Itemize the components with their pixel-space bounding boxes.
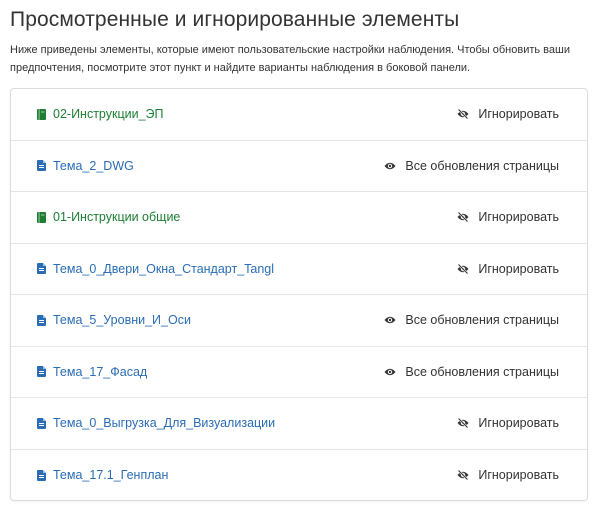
page-title: Просмотренные и игнорированные элементы — [10, 8, 460, 31]
item-link[interactable]: Тема_17_Фасад — [37, 365, 147, 379]
eye-slash-icon — [457, 470, 469, 481]
item-link[interactable]: Тема_2_DWG — [37, 159, 134, 173]
page-icon — [37, 160, 46, 172]
watch-status-label: Игнорировать — [478, 468, 559, 483]
page-icon — [37, 469, 46, 481]
watch-status-label: Все обновления страницы — [405, 158, 559, 173]
watch-status[interactable]: Игнорировать — [457, 262, 559, 276]
list-item: Тема_0_Выгрузка_Для_Визуализации Игнориро… — [11, 398, 587, 450]
item-link[interactable]: 02-Инструкции_ЭП — [37, 107, 164, 121]
watch-status[interactable]: Игнорировать — [457, 107, 559, 121]
item-name: Тема_2_DWG — [53, 158, 134, 173]
list-item: Тема_5_Уровни_И_Оси Все обновления страни… — [11, 295, 587, 347]
item-name: Тема_17.1_Генплан — [53, 468, 169, 483]
watch-status[interactable]: Все обновления страницы — [384, 313, 559, 327]
page-icon — [37, 366, 46, 378]
watch-status-label: Игнорировать — [478, 107, 559, 122]
eye-icon — [384, 315, 396, 325]
watch-status[interactable]: Все обновления страницы — [384, 159, 559, 173]
item-name: Тема_0_Выгрузка_Для_Визуализации — [53, 416, 276, 431]
page-description: Ниже приведены элементы, которые имеют п… — [10, 44, 570, 74]
watch-status[interactable]: Игнорировать — [457, 210, 559, 224]
watch-status-label: Все обновления страницы — [405, 364, 559, 379]
watch-status[interactable]: Игнорировать — [457, 416, 559, 430]
item-name: Тема_0_Двери_Окна_Стандарт_Tangl — [53, 261, 275, 276]
eye-slash-icon — [457, 212, 469, 223]
list-item: 02-Инструкции_ЭП Игнорировать — [11, 89, 587, 141]
book-icon — [37, 211, 46, 223]
watch-status-label: Все обновления страницы — [405, 313, 559, 328]
watch-status[interactable]: Игнорировать — [457, 468, 559, 482]
list-item: Тема_17_Фасад Все обновления страницы — [11, 347, 587, 398]
page-icon — [37, 263, 46, 275]
eye-slash-icon — [457, 109, 469, 120]
eye-icon — [384, 161, 396, 171]
watch-status-label: Игнорировать — [478, 261, 559, 276]
book-icon — [37, 108, 46, 120]
item-name: 01-Инструкции общие — [53, 210, 181, 225]
list-item: Тема_0_Двери_Окна_Стандарт_Tangl Игнориро… — [11, 244, 587, 295]
list-item: Тема_2_DWG Все обновления страницы — [11, 141, 587, 192]
list-item: 01-Инструкции общие Игнорировать — [11, 192, 587, 244]
item-link[interactable]: 01-Инструкции общие — [37, 210, 180, 224]
watched-items-list: 02-Инструкции_ЭП Игнорировать Тема_2_DWG Вс… — [10, 88, 588, 501]
page-icon — [37, 314, 46, 326]
watch-status[interactable]: Все обновления страницы — [384, 365, 559, 379]
item-name: 02-Инструкции_ЭП — [53, 107, 164, 122]
item-name: Тема_17_Фасад — [53, 364, 148, 379]
watch-status-label: Игнорировать — [478, 416, 559, 431]
item-link[interactable]: Тема_0_Выгрузка_Для_Визуализации — [37, 416, 275, 430]
item-link[interactable]: Тема_17.1_Генплан — [37, 468, 168, 482]
item-name: Тема_5_Уровни_И_Оси — [53, 313, 191, 328]
eye-slash-icon — [457, 263, 469, 274]
eye-slash-icon — [457, 418, 469, 429]
item-link[interactable]: Тема_5_Уровни_И_Оси — [37, 313, 191, 327]
eye-icon — [384, 367, 396, 377]
item-link[interactable]: Тема_0_Двери_Окна_Стандарт_Tangl — [37, 262, 274, 276]
page-icon — [37, 417, 46, 429]
watched-items-page: Просмотренные и игнорированные элементы … — [0, 0, 602, 511]
watch-status-label: Игнорировать — [478, 210, 559, 225]
list-item: Тема_17.1_Генплан Игнорировать — [11, 450, 587, 502]
